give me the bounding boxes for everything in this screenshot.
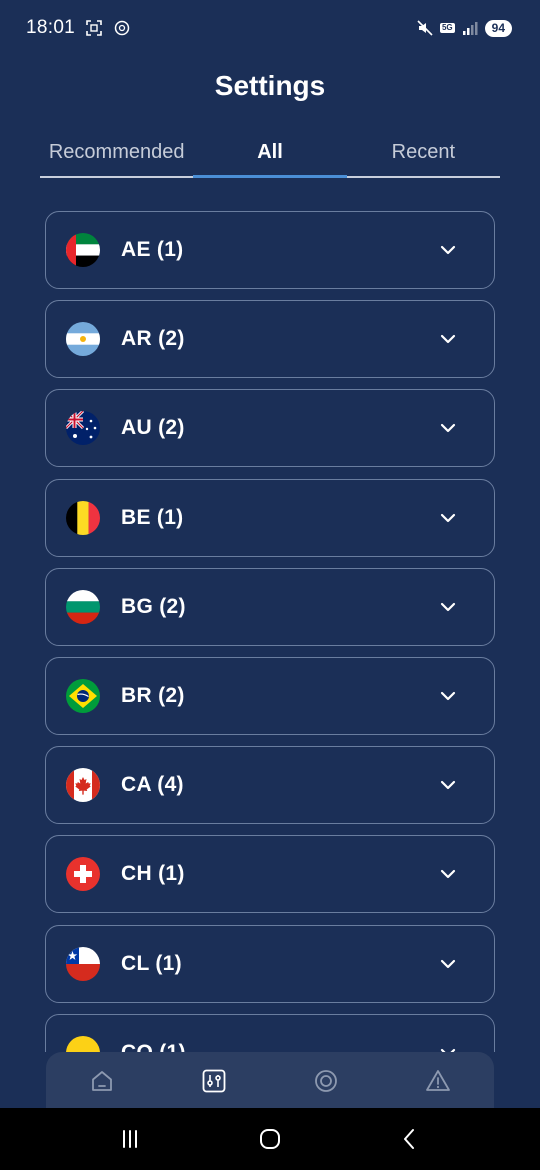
- system-nav-bar: [0, 1108, 540, 1170]
- chevron-down-icon: [440, 781, 456, 790]
- home-icon: [260, 1129, 280, 1149]
- page-title: Settings: [214, 70, 326, 101]
- back-button[interactable]: [390, 1119, 430, 1159]
- bottom-nav: [46, 1052, 494, 1110]
- back-icon: [404, 1129, 414, 1149]
- circle-icon: [315, 1070, 337, 1092]
- settings-sliders-icon: [202, 1069, 226, 1093]
- battery-indicator: 94: [484, 19, 512, 37]
- status-time: 18:01: [26, 17, 76, 38]
- openai-icon: [113, 19, 131, 37]
- country-item-ar[interactable]: AR (2): [45, 300, 495, 379]
- country-item-cl[interactable]: CL (1): [45, 924, 495, 1003]
- country-item-ch[interactable]: CH (1): [45, 835, 495, 914]
- tab-all[interactable]: All: [193, 128, 347, 178]
- country-item-ca[interactable]: CA (4): [45, 746, 495, 825]
- country-label: AU (2): [121, 416, 185, 440]
- flag-cl-icon: [66, 946, 100, 981]
- nav-warning-button[interactable]: [418, 1061, 458, 1101]
- chevron-down-icon: [440, 602, 456, 611]
- chevron-down-icon: [440, 959, 456, 968]
- nav-settings-button[interactable]: [194, 1061, 234, 1101]
- mute-icon: [416, 19, 434, 37]
- country-label: AE (1): [121, 238, 184, 261]
- flag-ca-icon: [66, 768, 100, 803]
- flag-au-icon: [66, 411, 100, 446]
- chevron-down-icon: [440, 513, 456, 522]
- recents-button[interactable]: [110, 1119, 150, 1159]
- country-label: BR (2): [121, 683, 185, 707]
- status-right: 5G 94: [416, 19, 512, 37]
- chevron-down-icon: [440, 691, 456, 701]
- country-item-au[interactable]: AU (2): [45, 389, 495, 468]
- country-label: CL (1): [121, 951, 182, 975]
- country-label: BE (1): [121, 505, 184, 529]
- system-home-button[interactable]: [250, 1119, 290, 1159]
- flag-ar-icon: [66, 322, 100, 357]
- flag-bg-icon: [66, 589, 100, 624]
- signal-icon: [461, 19, 479, 37]
- chevron-down-icon: [440, 245, 456, 255]
- country-item-br[interactable]: BR (2): [45, 656, 495, 735]
- flag-co-icon: [66, 1035, 100, 1052]
- nav-circle-button[interactable]: [306, 1061, 346, 1101]
- status-bar: 18:01 5G 94: [0, 0, 540, 56]
- country-label: CH (1): [121, 862, 185, 886]
- tab-bar: Recommended All Recent: [40, 128, 500, 178]
- chevron-down-icon: [440, 870, 456, 879]
- country-item-bg[interactable]: BG (2): [45, 567, 495, 646]
- network-badge: 5G: [439, 23, 455, 33]
- flag-be-icon: [66, 500, 100, 535]
- flag-ae-icon: [66, 233, 100, 267]
- flag-ch-icon: [66, 857, 100, 892]
- tab-recommended[interactable]: Recommended: [40, 128, 193, 176]
- recents-icon: [123, 1130, 137, 1148]
- tab-recent[interactable]: Recent: [347, 128, 500, 176]
- home-icon: [92, 1071, 112, 1091]
- country-label: AR (2): [121, 327, 185, 351]
- country-item-co[interactable]: CO (1): [45, 1013, 495, 1052]
- country-item-ae[interactable]: AE (1): [45, 211, 495, 289]
- chevron-down-icon: [440, 424, 456, 433]
- country-label: CA (4): [121, 773, 184, 797]
- country-label: BG (2): [121, 594, 186, 618]
- country-item-be[interactable]: BE (1): [45, 478, 495, 557]
- screenshot-icon: [85, 19, 103, 37]
- chevron-down-icon: [440, 335, 456, 344]
- status-left: 18:01: [26, 17, 131, 39]
- country-label: CO (1): [121, 1041, 186, 1052]
- warning-icon: [426, 1070, 450, 1091]
- flag-br-icon: [66, 678, 100, 713]
- nav-home-button[interactable]: [82, 1061, 122, 1101]
- country-list: AE (1) AR (2) AU (2) BE (1) BG (2) BR (2…: [45, 211, 495, 1052]
- chevron-down-icon: [440, 1048, 456, 1052]
